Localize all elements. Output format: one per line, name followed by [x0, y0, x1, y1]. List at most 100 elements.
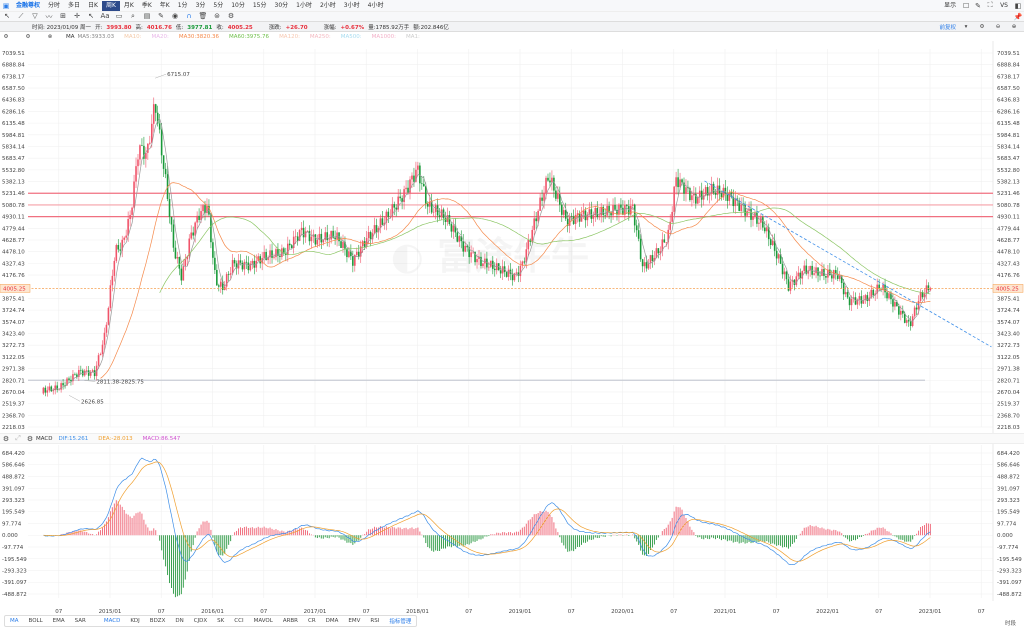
ma-legend-item[interactable]: MA1000: — [372, 34, 396, 40]
period-tab[interactable]: 年K — [156, 1, 174, 11]
plus-icon[interactable]: ⊕ — [1008, 24, 1020, 30]
ma-legend-item[interactable]: MA60:3975.76 — [229, 34, 269, 40]
period-tab[interactable]: 1小时 — [292, 1, 316, 11]
expand-icon[interactable]: ⤢ — [12, 434, 24, 443]
sidebar-toggle-icon[interactable]: ▣ — [0, 2, 12, 10]
eye-icon[interactable]: ◉ — [168, 12, 182, 22]
layers-icon[interactable]: ⊜ — [210, 12, 224, 22]
indicator-tab[interactable]: DMA — [321, 618, 344, 624]
ma-legend-item[interactable]: MA500: — [341, 34, 362, 40]
indicator-tab[interactable]: BOLL — [24, 618, 48, 624]
pin-icon[interactable]: 📌 — [1012, 13, 1024, 21]
candle-body — [740, 204, 742, 211]
indicator-tab[interactable]: MACD — [99, 618, 126, 624]
macd-axis-label: 195.549 — [997, 510, 1020, 516]
display-dropdown[interactable]: 显示 — [940, 1, 960, 11]
indicator-tab[interactable]: SAR — [70, 618, 91, 624]
ma-legend-item[interactable]: MA5:3933.03 — [78, 34, 115, 40]
settings-icon[interactable]: ⚙ — [224, 12, 238, 22]
indicator-tab[interactable]: EMA — [48, 618, 70, 624]
period-tab[interactable]: 多日 — [64, 1, 84, 11]
settings-icon[interactable]: ⚙ — [24, 435, 36, 443]
indicator-tab[interactable]: EMV — [343, 618, 365, 624]
chart-icon[interactable]: ▤ — [140, 12, 154, 22]
gear-icon[interactable]: ⚙ — [0, 435, 12, 443]
period-tab[interactable]: 分时 — [44, 1, 64, 11]
indicator-tab[interactable]: MA — [5, 618, 24, 624]
period-tab[interactable]: 4小时 — [364, 1, 388, 11]
indicator-tab[interactable]: MAVOL — [249, 618, 278, 624]
fullscreen-icon[interactable]: ⛶ — [984, 1, 996, 10]
channel-icon[interactable]: ▽ — [28, 12, 42, 22]
price-annotation: 6715.07 — [167, 72, 190, 78]
period-tab[interactable]: 季K — [138, 1, 156, 11]
candle-body — [505, 271, 508, 277]
trash-icon[interactable]: 🗑 — [196, 12, 210, 22]
line-icon[interactable]: ⟋ — [14, 12, 28, 22]
period-tab[interactable]: 日K — [84, 1, 102, 11]
ma-legend-item[interactable]: MA250: — [310, 34, 331, 40]
settings-icon[interactable]: ⚙ — [22, 34, 34, 40]
layout-icon[interactable]: ☐ — [960, 2, 972, 10]
close-icon[interactable]: ⊗ — [44, 34, 56, 40]
compare-button[interactable]: VS — [996, 1, 1012, 11]
indicator-tab[interactable]: RSI — [365, 618, 384, 624]
ma-legend-item[interactable]: MA120: — [279, 34, 300, 40]
period-tab[interactable]: 1分 — [174, 1, 192, 11]
time-range-label[interactable]: 时段 — [1005, 619, 1016, 627]
period-tab[interactable]: 15分 — [249, 1, 271, 11]
candle-body — [367, 231, 370, 239]
indicator-tab[interactable]: DN — [170, 618, 188, 624]
pen-icon[interactable]: ✎ — [972, 2, 984, 10]
candle-body — [797, 272, 800, 277]
period-tab[interactable]: 10分 — [227, 1, 249, 11]
period-tab[interactable]: 2小时 — [316, 1, 340, 11]
wave-icon[interactable]: 〰 — [42, 12, 56, 22]
period-tab[interactable]: 3小时 — [340, 1, 364, 11]
indicator-tab[interactable]: CR — [303, 618, 321, 624]
macd-axis-label-left: 293.323 — [2, 498, 25, 504]
indicator-tab[interactable]: ARBR — [278, 618, 303, 624]
measure-icon[interactable]: ⊞ — [56, 12, 70, 22]
indicator-tab[interactable]: KDJ — [125, 618, 144, 624]
indicator-tab[interactable]: CJDX — [189, 618, 212, 624]
candle-body — [551, 177, 553, 183]
ma-legend-item[interactable]: MA30:3820.36 — [179, 34, 219, 40]
ma-legend-item[interactable]: MA10: — [124, 34, 141, 40]
ma-indicator-select[interactable]: MA — [66, 34, 75, 40]
price-chart[interactable]: 7039.51 7039.51 6888.84 6888.84 6738.17 6738.… — [0, 41, 1024, 629]
instrument-name[interactable]: 金融尊权 — [12, 1, 44, 11]
gear-icon[interactable]: ⚙ — [0, 34, 12, 40]
indicator-tab[interactable]: BDZX — [145, 618, 171, 624]
indicator-tab[interactable]: SK — [212, 618, 229, 624]
candle-body — [570, 215, 573, 217]
pen-icon[interactable]: ✎ — [154, 12, 168, 22]
chevron-down-icon[interactable]: ▾ — [960, 24, 972, 30]
comment-icon[interactable]: ▭ — [112, 12, 126, 22]
panel-toggle-icon[interactable]: ◧ — [1012, 2, 1024, 10]
ma-legend-item[interactable]: MA1: — [406, 34, 420, 40]
minus-icon[interactable]: ⊖ — [992, 24, 1004, 30]
price-axis-label-left: 2519.37 — [2, 402, 25, 408]
cursor-icon[interactable]: ↖ — [0, 12, 14, 22]
candle-body — [925, 285, 928, 294]
price-axis-label-left: 3272.73 — [2, 343, 25, 349]
period-tab[interactable]: 月K — [120, 1, 138, 11]
zoom-icon[interactable]: ⌕ — [126, 12, 140, 22]
crosshair-icon[interactable]: ✛ — [70, 12, 84, 22]
period-tab[interactable]: 30分 — [271, 1, 293, 11]
period-tab[interactable]: 周K — [101, 0, 120, 11]
adjust-dropdown[interactable]: 前复权 — [939, 23, 956, 31]
candle-body — [764, 227, 766, 232]
ma-legend-item[interactable]: MA20: — [151, 34, 168, 40]
settings-icon[interactable]: ⚙ — [976, 24, 988, 30]
period-tab[interactable]: 3分 — [192, 1, 210, 11]
text-icon[interactable]: Aa — [98, 12, 112, 22]
magnet-icon[interactable]: ∩ — [182, 12, 196, 22]
period-tab[interactable]: 5分 — [209, 1, 227, 11]
annotation-leader — [68, 395, 81, 402]
indicator-tab[interactable]: CCI — [229, 618, 248, 624]
indicator-tab[interactable]: 指标管理 — [384, 617, 416, 625]
macd-indicator-select[interactable]: MACD — [36, 436, 53, 442]
arrow-icon[interactable]: ↖ — [84, 12, 98, 22]
